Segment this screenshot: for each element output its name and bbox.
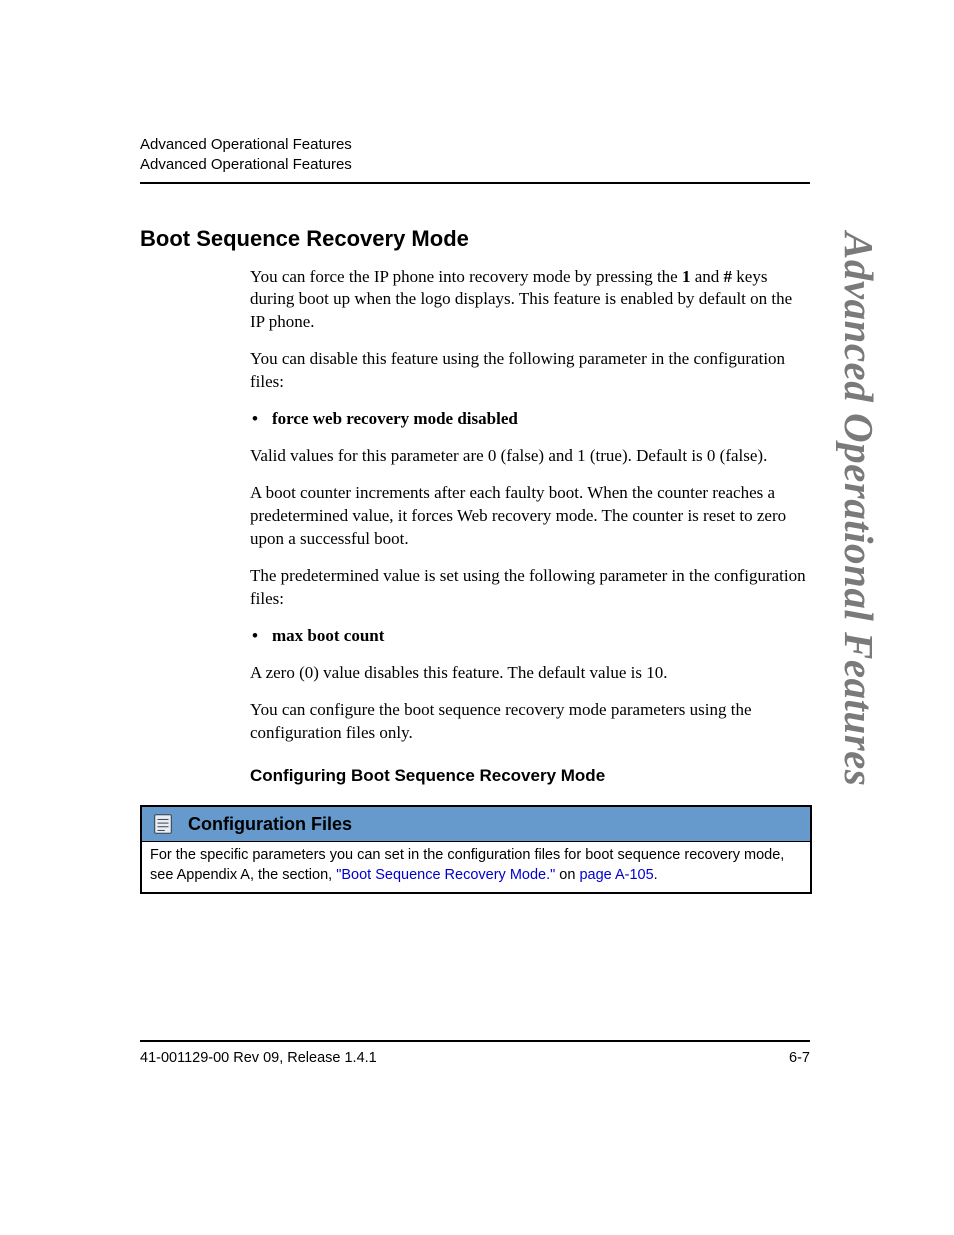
- document-page: Advanced Operational Features Advanced O…: [0, 0, 954, 1235]
- p1-text-mid: and: [690, 267, 723, 286]
- footer-doc-id: 41-001129-00 Rev 09, Release 1.4.1: [140, 1050, 377, 1066]
- bullet-force-web-recovery: force web recovery mode disabled: [250, 408, 810, 431]
- section-title: Boot Sequence Recovery Mode: [140, 226, 810, 252]
- running-header: Advanced Operational Features Advanced O…: [140, 135, 810, 176]
- key-hash: #: [724, 267, 733, 286]
- link-boot-sequence-recovery[interactable]: "Boot Sequence Recovery Mode.": [336, 867, 555, 883]
- footer-rule: [140, 1040, 810, 1042]
- body-column: You can force the IP phone into recovery…: [250, 266, 810, 788]
- side-section-label: Advanced Operational Features: [835, 232, 883, 786]
- page-content: Advanced Operational Features Advanced O…: [140, 135, 810, 894]
- paragraph-5: The predetermined value is set using the…: [250, 565, 810, 611]
- header-rule: [140, 182, 810, 184]
- link-page-a105[interactable]: page A-105: [579, 867, 653, 883]
- paragraph-3: Valid values for this parameter are 0 (f…: [250, 445, 810, 468]
- config-files-title: Configuration Files: [188, 814, 352, 835]
- config-files-header: Configuration Files: [141, 806, 811, 842]
- config-body-mid: on: [555, 867, 579, 883]
- document-icon: [152, 813, 174, 835]
- paragraph-2: You can disable this feature using the f…: [250, 348, 810, 394]
- config-files-box: Configuration Files For the specific par…: [140, 805, 812, 893]
- paragraph-4: A boot counter increments after each fau…: [250, 482, 810, 551]
- footer-page-number: 6-7: [789, 1050, 810, 1066]
- config-body-post: .: [654, 867, 658, 883]
- paragraph-1: You can force the IP phone into recovery…: [250, 266, 810, 335]
- subheading-configuring: Configuring Boot Sequence Recovery Mode: [250, 765, 810, 788]
- p1-text-pre: You can force the IP phone into recovery…: [250, 267, 682, 286]
- paragraph-7: You can configure the boot sequence reco…: [250, 699, 810, 745]
- header-line-1: Advanced Operational Features: [140, 135, 810, 155]
- paragraph-6: A zero (0) value disables this feature. …: [250, 662, 810, 685]
- bullet-max-boot-count: max boot count: [250, 625, 810, 648]
- config-files-body: For the specific parameters you can set …: [141, 842, 811, 892]
- header-line-2: Advanced Operational Features: [140, 155, 810, 175]
